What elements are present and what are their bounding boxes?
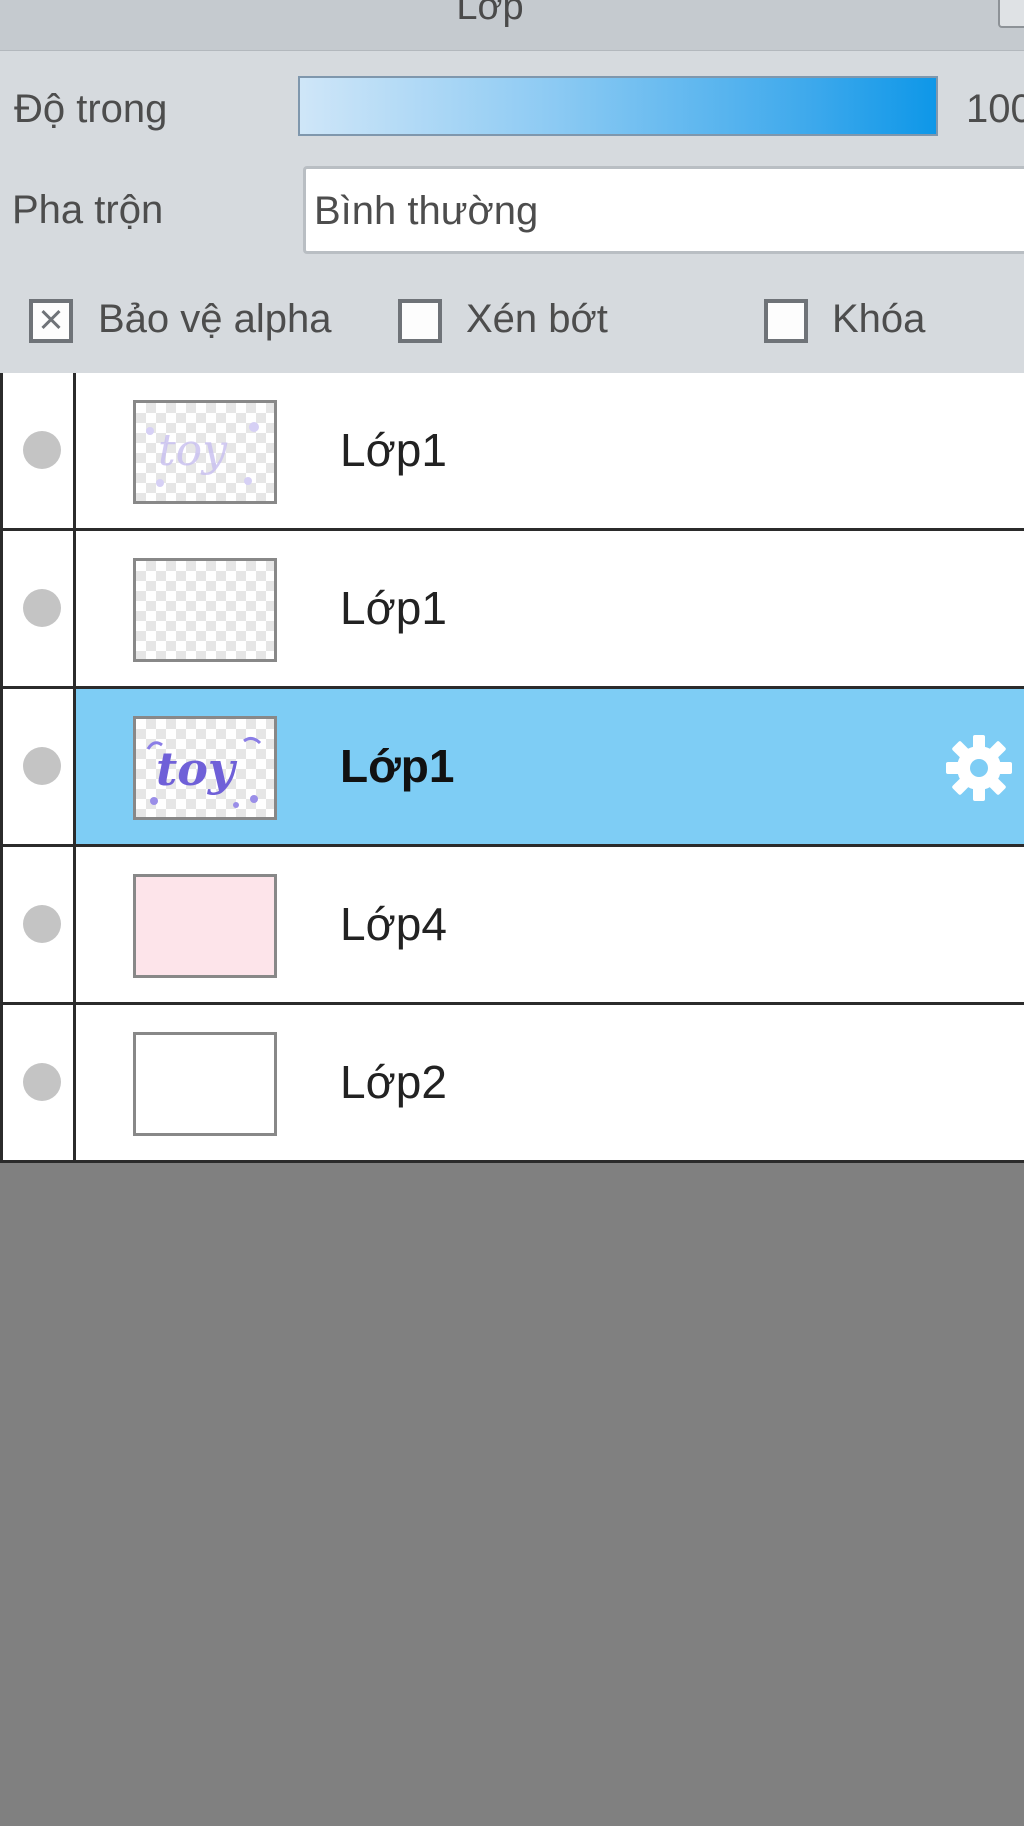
opacity-label: Độ trong [14, 87, 168, 131]
layer-name: Lớp1 [340, 740, 455, 792]
layer-thumbnail [133, 874, 277, 978]
clipping-label: Xén bớt [466, 297, 608, 341]
layer-thumbnail [133, 1032, 277, 1136]
visibility-toggle[interactable] [0, 1005, 76, 1163]
dock-button[interactable] [998, 0, 1024, 28]
panel-title: Lớp [456, 0, 524, 28]
layer-row-selected[interactable]: toy Lớp1 [0, 689, 1024, 847]
protect-alpha-label: Bảo vệ alpha [98, 297, 332, 341]
lock-label: Khóa [832, 297, 926, 341]
svg-text:toy: toy [156, 742, 238, 796]
layer-row[interactable]: Lớp1 [0, 531, 1024, 689]
visibility-toggle[interactable] [0, 373, 76, 531]
svg-text:toy: toy [158, 425, 228, 476]
layer-name: Lớp2 [340, 1056, 447, 1108]
protect-alpha-checkbox[interactable] [29, 299, 73, 343]
panel-titlebar: Lớp [0, 0, 1024, 51]
visibility-dot-icon [23, 905, 61, 943]
layer-row[interactable]: Lớp2 [0, 1005, 1024, 1163]
empty-layer-area[interactable] [0, 1163, 1024, 1826]
visibility-dot-icon [23, 589, 61, 627]
blend-mode-select[interactable]: Bình thường [303, 166, 1024, 254]
clipping-checkbox[interactable] [398, 299, 442, 343]
lock-checkbox[interactable] [764, 299, 808, 343]
layer-thumbnail: toy [133, 716, 277, 820]
opacity-slider[interactable] [298, 76, 938, 136]
layer-name: Lớp1 [340, 424, 447, 476]
blend-mode-value: Bình thường [314, 189, 539, 233]
visibility-dot-icon [23, 431, 61, 469]
layer-name: Lớp4 [340, 898, 447, 950]
visibility-toggle[interactable] [0, 531, 76, 689]
visibility-toggle[interactable] [0, 847, 76, 1005]
opacity-value: 100 [966, 87, 1024, 131]
blend-mode-label: Pha trộn [12, 188, 164, 232]
visibility-dot-icon [23, 1063, 61, 1101]
layer-panel: Lớp Độ trong 100 Pha trộn Bình thường Bả… [0, 0, 1024, 1826]
layer-thumbnail: toy [133, 400, 277, 504]
layer-row[interactable]: Lớp4 [0, 847, 1024, 1005]
visibility-dot-icon [23, 747, 61, 785]
visibility-toggle[interactable] [0, 689, 76, 847]
layer-name: Lớp1 [340, 582, 447, 634]
layer-thumbnail [133, 558, 277, 662]
gear-icon[interactable] [944, 733, 1014, 803]
layer-properties: Độ trong 100 Pha trộn Bình thường Bảo vệ… [0, 51, 1024, 375]
layer-row[interactable]: toy Lớp1 [0, 373, 1024, 531]
